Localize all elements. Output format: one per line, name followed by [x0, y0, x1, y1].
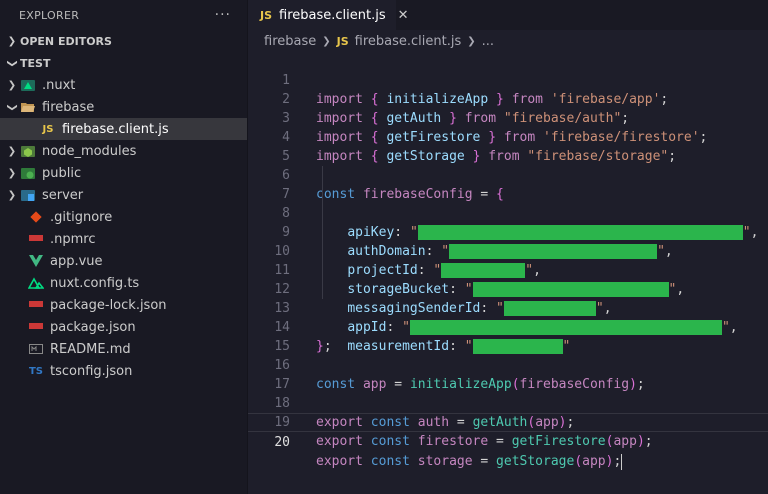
- chevron-right-icon: ❯: [7, 35, 17, 47]
- git-icon: [28, 209, 44, 225]
- nuxt-icon: [28, 275, 44, 291]
- tree-item-public[interactable]: ❯ public: [0, 162, 247, 184]
- workspace-section[interactable]: ❯ TEST: [0, 52, 247, 74]
- code-line-current: 20 export const storage = getStorage(app…: [248, 413, 768, 470]
- tree-item-label: public: [42, 165, 82, 181]
- code-editor[interactable]: 1 import { initializeApp } from 'firebas…: [248, 52, 768, 470]
- workspace-label: TEST: [20, 56, 51, 70]
- code-line: 7 apiKey: " ",: [248, 166, 768, 240]
- npm-icon: [28, 231, 44, 247]
- npm-icon: [28, 297, 44, 313]
- js-file-icon: JS: [260, 9, 273, 22]
- tree-item-label: tsconfig.json: [50, 363, 133, 379]
- npm-icon: [28, 319, 44, 335]
- tree-item-firebase-client-js[interactable]: JS firebase.client.js: [0, 118, 247, 140]
- tree-item-label: .gitignore: [50, 209, 113, 225]
- code-line: 17: [248, 356, 768, 392]
- tree-item-label: README.md: [50, 341, 131, 357]
- explorer-sidebar: EXPLORER ··· ❯ OPEN EDITORS ❯ TEST ❯ .nu…: [0, 0, 248, 494]
- explorer-title: EXPLORER: [19, 8, 80, 22]
- tree-item-app-vue[interactable]: app.vue: [0, 250, 247, 272]
- chevron-right-icon: ❯: [7, 79, 17, 91]
- tree-item-tsconfig[interactable]: TS tsconfig.json: [0, 360, 247, 382]
- tree-item-label: node_modules: [42, 143, 137, 159]
- text-cursor: [621, 453, 623, 470]
- line-number: 20: [274, 435, 290, 450]
- js-file-icon: JS: [336, 34, 349, 48]
- tree-item-label: .npmrc: [50, 231, 96, 247]
- chevron-right-icon: ❯: [322, 35, 331, 47]
- explorer-header: EXPLORER ···: [0, 0, 247, 30]
- code-line: 10 storageBucket: " ",: [248, 223, 768, 297]
- tree-item-firebase[interactable]: ❯ firebase: [0, 96, 247, 118]
- tab-label: firebase.client.js: [279, 8, 386, 23]
- code-line: 15: [248, 318, 768, 354]
- breadcrumb-file[interactable]: firebase.client.js: [355, 34, 462, 49]
- editor-area: JS firebase.client.js ✕ firebase ❯ JS fi…: [248, 0, 768, 494]
- tree-item-package-json[interactable]: package.json: [0, 316, 247, 338]
- public-folder-icon: [20, 165, 36, 181]
- code-line: 16 const app = initializeApp(firebaseCon…: [248, 337, 768, 392]
- code-line: 11 messagingSenderId: " ",: [248, 242, 768, 316]
- code-line: 12 appId: " ",: [248, 261, 768, 335]
- more-actions-icon[interactable]: ···: [215, 7, 231, 23]
- tree-item-label: firebase.client.js: [62, 121, 169, 137]
- chevron-right-icon: ❯: [7, 189, 17, 201]
- tree-item-label: firebase: [42, 99, 95, 115]
- code-line: 18 export const auth = getAuth(app);: [248, 375, 768, 430]
- tree-item-package-lock[interactable]: package-lock.json: [0, 294, 247, 316]
- chevron-down-icon: ❯: [6, 102, 18, 112]
- code-line: 5: [248, 128, 768, 164]
- typescript-config-icon: TS: [28, 365, 44, 377]
- tree-item-label: package.json: [50, 319, 136, 335]
- tree-item-node-modules[interactable]: ❯ node_modules: [0, 140, 247, 162]
- open-editors-section[interactable]: ❯ OPEN EDITORS: [0, 30, 247, 52]
- code-line: 1 import { initializeApp } from 'firebas…: [248, 52, 768, 107]
- breadcrumb-folder[interactable]: firebase: [264, 34, 316, 49]
- code-line: 19 export const firestore = getFirestore…: [248, 394, 768, 449]
- js-file-icon: JS: [42, 123, 54, 135]
- markdown-icon: [28, 341, 44, 357]
- open-editors-label: OPEN EDITORS: [20, 34, 112, 48]
- vue-icon: [28, 253, 44, 269]
- breadcrumb: firebase ❯ JS firebase.client.js ❯ ...: [248, 30, 768, 52]
- tree-item-label: package-lock.json: [50, 297, 167, 313]
- code-line: 9 projectId: " ",: [248, 204, 768, 278]
- tree-item-npmrc[interactable]: .npmrc: [0, 228, 247, 250]
- tree-item-gitignore[interactable]: .gitignore: [0, 206, 247, 228]
- chevron-right-icon: ❯: [467, 35, 476, 47]
- code-line: 14 };: [248, 299, 768, 354]
- server-folder-icon: [20, 187, 36, 203]
- code-line: 4 import { getStorage } from "firebase/s…: [248, 109, 768, 164]
- code-line: 3 import { getFirestore } from 'firebase…: [248, 90, 768, 145]
- tab-bar: JS firebase.client.js ✕: [248, 0, 768, 30]
- chevron-right-icon: ❯: [7, 145, 17, 157]
- tree-item-label: nuxt.config.ts: [50, 275, 140, 291]
- tree-item-nuxt-config[interactable]: nuxt.config.ts: [0, 272, 247, 294]
- code-line: 13 measurementId: " ": [248, 280, 768, 354]
- nuxt-folder-icon: [20, 77, 36, 93]
- tab-firebase-client-js[interactable]: JS firebase.client.js ✕: [248, 0, 409, 30]
- close-icon[interactable]: ✕: [398, 8, 409, 23]
- node-folder-icon: [20, 143, 36, 159]
- chevron-right-icon: ❯: [7, 167, 17, 179]
- tree-item-label: app.vue: [50, 253, 103, 269]
- code-line: 6 const firebaseConfig = {: [248, 147, 768, 202]
- tree-item-server[interactable]: ❯ server: [0, 184, 247, 206]
- tree-item-label: .nuxt: [42, 77, 76, 93]
- tree-item-nuxt[interactable]: ❯ .nuxt: [0, 74, 247, 96]
- tree-item-label: server: [42, 187, 84, 203]
- code-line: 8 authDomain: " ",: [248, 185, 768, 259]
- code-line: 2 import { getAuth } from "firebase/auth…: [248, 71, 768, 126]
- folder-open-icon: [20, 99, 36, 115]
- breadcrumb-more[interactable]: ...: [482, 34, 494, 49]
- tree-item-readme[interactable]: README.md: [0, 338, 247, 360]
- chevron-down-icon: ❯: [6, 58, 18, 68]
